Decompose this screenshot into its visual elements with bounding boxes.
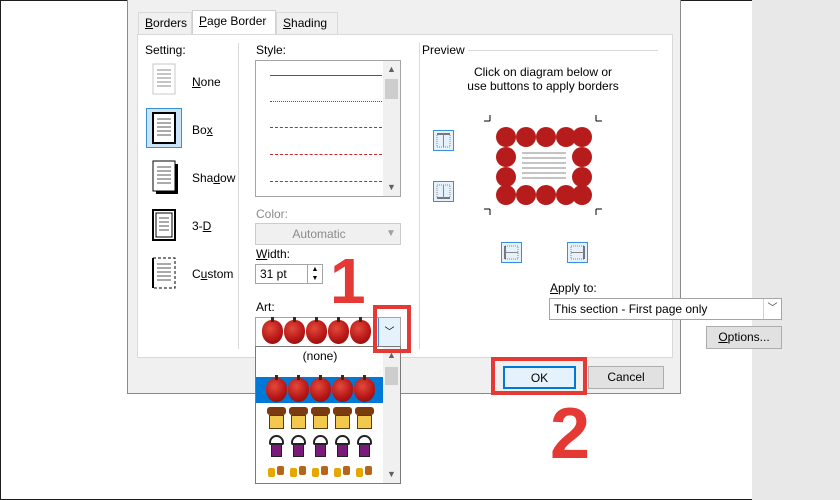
art-option-candy[interactable]	[266, 465, 375, 493]
cancel-button[interactable]: Cancel	[588, 366, 664, 389]
style-listbox[interactable]: ▲ ▼	[255, 60, 401, 197]
options-button[interactable]: Options...	[706, 326, 782, 349]
width-spinner[interactable]: 31 pt ▲ ▼	[255, 264, 323, 284]
apply-to-dropdown[interactable]: This section - First page only ﹀	[549, 298, 782, 320]
chevron-down-icon[interactable]: ﹀	[763, 299, 781, 319]
style-dotted-line[interactable]	[270, 101, 382, 102]
preview-hint-line2: use buttons to apply borders	[467, 79, 619, 93]
width-value: 31 pt	[260, 267, 287, 281]
art-option-icecream[interactable]	[266, 435, 375, 463]
style-divider	[419, 43, 420, 349]
width-label: Width:	[256, 247, 291, 261]
preview-hint-line1: Click on diagram below or	[473, 65, 613, 79]
top-border-button[interactable]	[433, 130, 454, 151]
style-scrollbar[interactable]: ▲ ▼	[383, 61, 400, 196]
scroll-down-arrow-icon[interactable]: ▼	[383, 179, 400, 196]
apply-to-label: Apply to:	[550, 281, 597, 295]
color-dropdown[interactable]: Automatic ▼	[255, 223, 401, 245]
setting-none-label[interactable]: None	[192, 75, 221, 89]
tab-shading[interactable]: Shading	[276, 12, 338, 34]
setting-divider	[238, 43, 239, 349]
setting-label: Setting:	[145, 43, 186, 57]
tab-page-border[interactable]: Page Border	[192, 10, 276, 34]
style-label: Style:	[256, 43, 287, 57]
art-option-cakes[interactable]	[266, 407, 375, 435]
style-solid-line[interactable]	[270, 75, 382, 76]
art-selected-apples	[262, 317, 371, 348]
step1-highlight-box	[373, 305, 411, 353]
preview-title-rule	[468, 50, 658, 51]
setting-3d-label[interactable]: 3-D	[192, 219, 211, 233]
setting-custom-icon[interactable]	[146, 253, 182, 293]
art-option-apples[interactable]	[256, 375, 384, 406]
art-dropdown-list[interactable]: (none) ▲ ▼	[255, 346, 401, 484]
setting-box-label[interactable]: Box	[192, 123, 213, 137]
setting-custom-label[interactable]: Custom	[192, 267, 233, 281]
left-border-button[interactable]	[501, 242, 522, 263]
color-value: Automatic	[292, 227, 346, 241]
border-preview-diagram[interactable]	[484, 115, 602, 215]
scroll-thumb[interactable]	[385, 367, 398, 385]
scroll-thumb[interactable]	[385, 79, 398, 99]
setting-none-icon[interactable]	[146, 59, 182, 99]
style-dash-large-line[interactable]	[270, 154, 382, 155]
bottom-border-button[interactable]	[433, 181, 454, 202]
apply-to-value: This section - First page only	[554, 302, 708, 316]
style-dash-small-line[interactable]	[270, 127, 382, 128]
tab-borders[interactable]: Borders	[138, 12, 192, 34]
scroll-up-arrow-icon[interactable]: ▲	[383, 61, 400, 78]
art-option-none[interactable]: (none)	[256, 347, 384, 365]
style-dash-dot-line[interactable]	[270, 181, 382, 182]
art-list-scrollbar[interactable]: ▲ ▼	[383, 347, 400, 483]
setting-shadow-label[interactable]: Shadow	[192, 171, 235, 185]
color-label: Color:	[256, 207, 289, 221]
setting-shadow-icon[interactable]	[146, 156, 182, 196]
step2-highlight-box	[491, 357, 587, 395]
step1-number: 1	[330, 245, 366, 317]
preview-title: Preview	[422, 43, 465, 57]
right-border-button[interactable]	[567, 242, 588, 263]
art-label: Art:	[256, 300, 275, 314]
width-stepper[interactable]: ▲ ▼	[307, 265, 322, 283]
step2-number: 2	[550, 394, 591, 474]
setting-3d-icon[interactable]	[146, 205, 182, 245]
chevron-down-icon[interactable]: ▼	[382, 224, 400, 244]
scroll-down-arrow-icon[interactable]: ▼	[383, 466, 400, 483]
document-background	[752, 0, 840, 500]
setting-box-icon[interactable]	[146, 108, 182, 148]
art-apples-row	[266, 375, 375, 406]
